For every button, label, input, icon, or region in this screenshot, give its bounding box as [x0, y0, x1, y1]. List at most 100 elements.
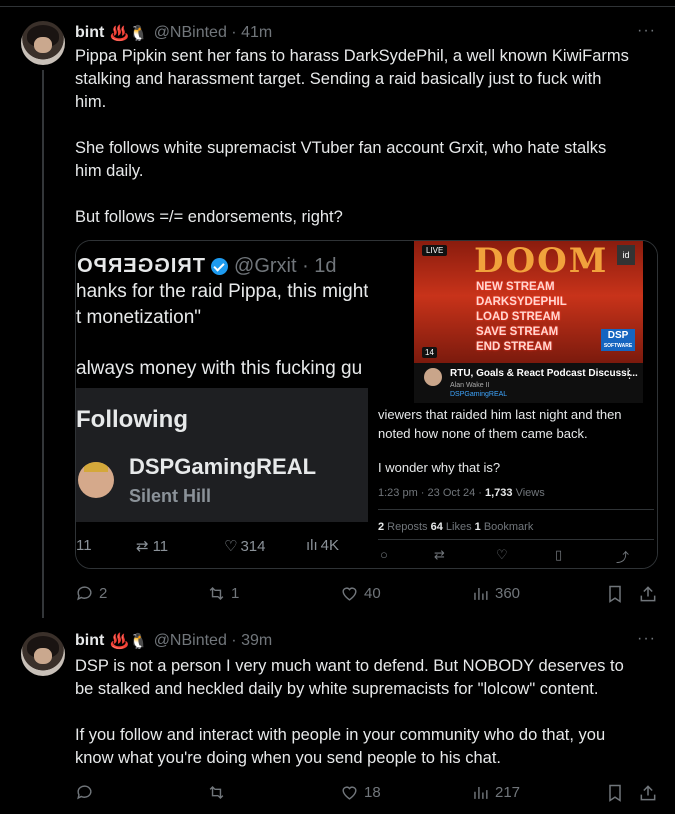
bookmark-icon[interactable] — [605, 783, 625, 803]
repost-icon — [209, 785, 224, 800]
dsp-logo-text: DSP — [607, 330, 629, 341]
like-button[interactable]: 40 — [340, 584, 381, 603]
id-logo: id — [617, 245, 635, 265]
repost-icon — [209, 586, 224, 601]
handle-time[interactable]: @NBinted · 39m — [154, 632, 273, 650]
likes-number: 64 — [430, 521, 443, 533]
like-button[interactable]: 18 — [340, 783, 381, 802]
reply-icon: ○ — [380, 547, 388, 562]
quoted-like-count: 314 — [240, 538, 266, 555]
name-emoji: ♨️🐧 — [110, 25, 148, 42]
post-text: DSP is not a person I very much want to … — [75, 657, 624, 767]
heart-icon: ♡ — [496, 547, 508, 562]
top-divider — [0, 6, 675, 7]
dsp-logo-subtext: SOFTWARE — [603, 343, 633, 349]
reply-button[interactable]: 2 — [75, 584, 107, 603]
quoted-engagement: 2 Reposts 64 Likes 1 Bookmark — [378, 521, 533, 533]
bookmark-icon[interactable] — [605, 584, 625, 604]
views-icon — [474, 587, 488, 600]
following-title: Following — [76, 406, 188, 433]
views-button[interactable]: 217 — [471, 783, 520, 802]
quoted-time: 1:23 pm · 23 Oct 24 · — [378, 487, 485, 499]
video-title: RTU, Goals & React Podcast Discussi... — [450, 368, 638, 379]
bookmarks-label: Bookmark — [480, 521, 534, 533]
thumb-line-3: LOAD STREAM — [476, 311, 561, 323]
quoted-divider-2 — [378, 539, 654, 540]
quoted-reply-line-1: viewers that raided him last night and t… — [378, 407, 622, 422]
reply-count: 2 — [99, 585, 108, 602]
reply-button[interactable] — [75, 783, 99, 802]
quoted-views-count: 4K — [320, 537, 340, 554]
repost-count: 1 — [231, 585, 240, 602]
thread-line — [42, 70, 44, 618]
more-options-icon[interactable]: ··· — [637, 630, 656, 648]
bookmark-icon: ▯ — [555, 547, 563, 562]
video-duration: 14 — [422, 347, 437, 358]
video-menu-icon: ⋮ — [624, 369, 635, 381]
quoted-repost: ⇄ 11 — [136, 537, 168, 555]
share-icon[interactable] — [638, 783, 658, 803]
avatar[interactable] — [21, 21, 65, 65]
quoted-action-icons: ○ ⇄ ♡ ▯ ⤴ — [378, 547, 648, 567]
repost-button[interactable]: 1 — [207, 584, 239, 603]
reply-icon — [77, 586, 92, 601]
quoted-like: ♡ 314 — [224, 537, 265, 555]
screenshot-left-panel: TRIGGERPO @Grxit · 1d hanks for the raid… — [76, 241, 368, 568]
channel-avatar — [424, 368, 442, 386]
name-emoji: ♨️🐧 — [110, 633, 148, 650]
display-name[interactable]: bint — [75, 24, 104, 42]
share-icon: ⤴ — [616, 550, 630, 565]
following-subtitle: Silent Hill — [129, 486, 212, 506]
repost-icon: ⇄ — [434, 547, 445, 562]
views-icon — [474, 786, 488, 799]
likes-label: Likes — [442, 521, 475, 533]
video-info: RTU, Goals & React Podcast Discussi... A… — [414, 363, 643, 403]
views-button[interactable]: 360 — [471, 584, 520, 603]
quoted-views: ılı 4K — [306, 537, 339, 554]
quoted-line-3: always money with this fucking gu — [76, 358, 363, 379]
heart-icon — [342, 786, 357, 800]
thumb-line-5: END STREAM — [476, 341, 553, 353]
repost-icon: ⇄ — [136, 538, 149, 555]
quoted-views-number: 1,733 — [485, 487, 513, 499]
quoted-repost-count: 11 — [152, 538, 169, 555]
quoted-author: TRIGGERPO — [76, 255, 206, 277]
reposts-label: Reposts — [384, 521, 431, 533]
screenshot-right-panel: LIVE DOOM NEW STREAM DARKSYDEPHIL LOAD S… — [368, 241, 657, 568]
live-badge: LIVE — [422, 245, 448, 256]
thumbnail-title: DOOM — [474, 241, 609, 281]
quoted-line-2: t monetization" — [76, 307, 202, 328]
post-text: Pippa Pipkin sent her fans to harass Dar… — [75, 47, 629, 226]
crown-icon — [84, 462, 108, 472]
quoted-timestamp: 1:23 pm · 23 Oct 24 · 1,733 Views — [378, 487, 545, 499]
dsp-avatar — [78, 462, 114, 498]
quoted-reply-line-2: noted how none of them came back. — [378, 426, 588, 441]
views-icon: ılı — [306, 537, 318, 554]
following-card: Following DSPGamingREAL Silent Hill — [76, 388, 368, 522]
like-count: 18 — [364, 784, 381, 801]
thumb-line-4: SAVE STREAM — [476, 326, 559, 338]
more-options-icon[interactable]: ··· — [637, 22, 656, 40]
view-count: 217 — [495, 784, 521, 801]
avatar-face — [34, 648, 52, 664]
heart-icon — [342, 587, 357, 601]
video-thumbnail: LIVE DOOM NEW STREAM DARKSYDEPHIL LOAD S… — [414, 241, 643, 363]
display-name[interactable]: bint — [75, 632, 104, 650]
view-count: 360 — [495, 585, 521, 602]
thumb-line-2: DARKSYDEPHIL — [476, 296, 567, 308]
share-icon[interactable] — [638, 584, 658, 604]
quoted-reply-line-3: I wonder why that is? — [378, 460, 501, 475]
attached-screenshot[interactable]: TRIGGERPO @Grxit · 1d hanks for the raid… — [75, 240, 658, 569]
following-name: DSPGamingREAL — [129, 454, 317, 479]
quoted-divider — [378, 509, 654, 510]
quoted-reply-count: 11 — [76, 537, 92, 554]
quoted-header: TRIGGERPO @Grxit · 1d — [76, 255, 337, 278]
avatar[interactable] — [21, 632, 65, 676]
dsp-software-logo: DSP SOFTWARE — [601, 329, 635, 351]
repost-button[interactable] — [207, 783, 231, 802]
video-subtitle: Alan Wake II — [450, 382, 490, 389]
handle-time[interactable]: @NBinted · 41m — [154, 24, 273, 42]
quoted-handle: @Grxit · 1d — [234, 255, 337, 277]
post-actions: 18 217 — [75, 783, 660, 807]
video-channel: DSPGamingREAL — [450, 391, 508, 398]
